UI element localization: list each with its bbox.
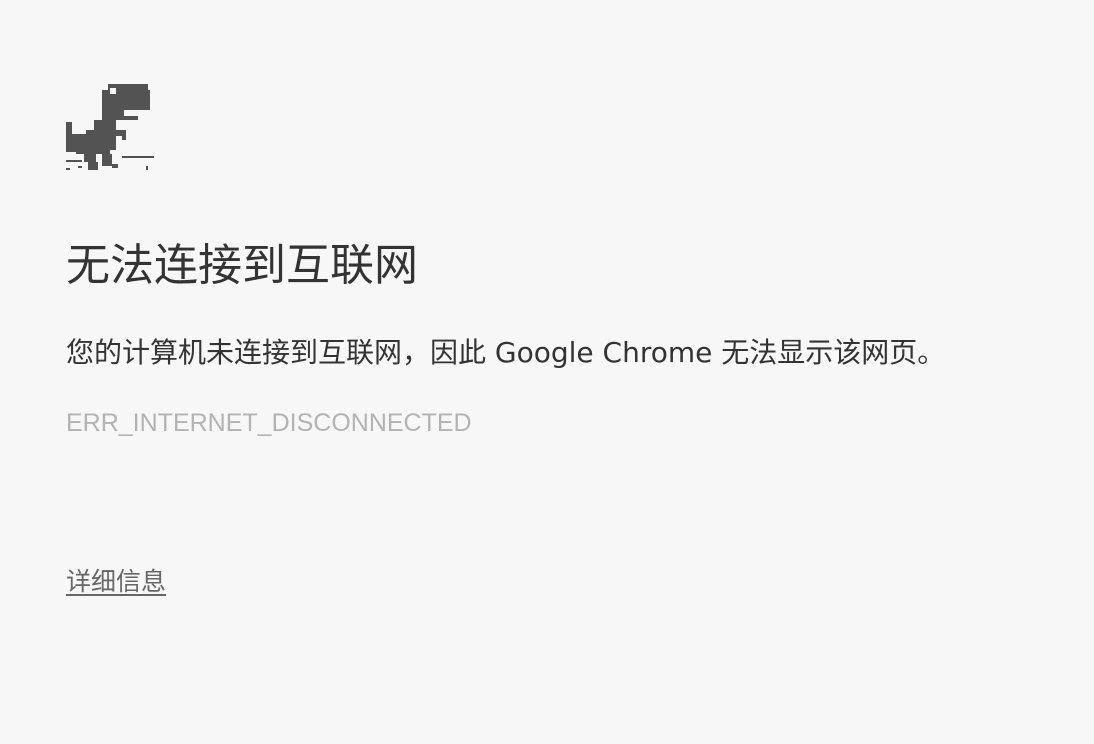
error-code: ERR_INTERNET_DISCONNECTED bbox=[66, 409, 472, 437]
page-title: 无法连接到互联网 bbox=[66, 240, 418, 291]
offline-dinosaur-icon bbox=[66, 84, 156, 172]
details-link[interactable]: 详细信息 bbox=[66, 566, 166, 598]
error-message: 您的计算机未连接到互联网，因此 Google Chrome 无法显示该网页。 bbox=[66, 336, 946, 369]
offline-error-page: 无法连接到互联网 您的计算机未连接到互联网，因此 Google Chrome 无… bbox=[66, 0, 1066, 744]
